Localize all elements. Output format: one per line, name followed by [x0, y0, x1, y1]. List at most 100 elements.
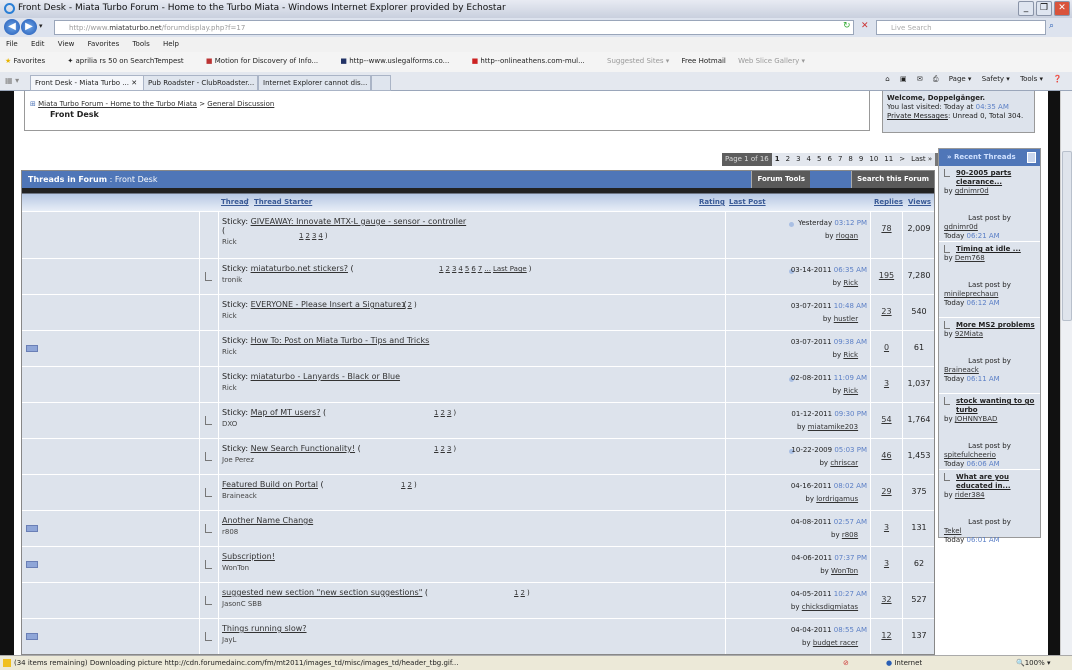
replies-link[interactable]: 23	[881, 307, 891, 316]
help-icon[interactable]: ❓	[1053, 75, 1062, 83]
replies-link[interactable]: 54	[881, 415, 891, 424]
last-poster-link[interactable]: Rick	[843, 387, 858, 395]
page-link[interactable]: 10	[866, 153, 881, 166]
replies-link[interactable]: 78	[881, 224, 891, 233]
refresh-icon[interactable]: ↻	[843, 21, 851, 31]
thread-page-link[interactable]: 2	[445, 265, 449, 273]
thread-page-link[interactable]: 1	[434, 409, 438, 417]
thread-page-link[interactable]: 2	[305, 232, 309, 240]
thread-page-link[interactable]: 7	[478, 265, 482, 273]
last-poster-link[interactable]: gdnimr0d	[944, 223, 1035, 232]
mail-icon[interactable]: ✉	[917, 75, 923, 83]
favorite-link[interactable]: ■ http--www.uslegalforms.co...	[340, 57, 459, 65]
menu-tools[interactable]: Tools	[132, 40, 149, 48]
recent-thread-link[interactable]: More MS2 problems	[944, 321, 1035, 330]
minimize-button[interactable]: _	[1018, 1, 1034, 16]
replies-link[interactable]: 12	[881, 631, 891, 640]
menu-view[interactable]: View	[58, 40, 75, 48]
last-poster-link[interactable]: Rick	[843, 351, 858, 359]
history-dropdown-icon[interactable]: ▾	[39, 22, 43, 30]
author-link[interactable]: Dem768	[955, 254, 985, 262]
thread-page-link[interactable]: 2	[520, 589, 524, 597]
thread-title-link[interactable]: Map of MT users?	[251, 408, 321, 417]
last-poster-link[interactable]: miatamike203	[808, 423, 858, 431]
forward-button[interactable]: ▶	[21, 19, 37, 35]
replies-link[interactable]: 46	[881, 451, 891, 460]
page-link[interactable]: 4	[804, 153, 814, 166]
last-poster-link[interactable]: lordrigamus	[816, 495, 858, 503]
page-link[interactable]: 9	[856, 153, 866, 166]
last-poster-link[interactable]: Tekel	[944, 527, 1035, 536]
search-input[interactable]: Live Search	[876, 20, 1046, 35]
thread-title-link[interactable]: EVERYONE - Please Insert a Signature	[251, 300, 401, 309]
last-page-link[interactable]: Last »	[908, 153, 935, 166]
thread-page-link[interactable]: 4	[318, 232, 322, 240]
replies-link[interactable]: 0	[884, 343, 889, 352]
sort-views[interactable]: Views	[908, 198, 931, 206]
author-link[interactable]: gdnimr0d	[955, 187, 989, 195]
stop-icon[interactable]: ✕	[861, 21, 869, 31]
last-poster-link[interactable]: chicksdigmiatas	[802, 603, 858, 611]
page-link[interactable]: 11	[881, 153, 896, 166]
last-poster-link[interactable]: r808	[842, 531, 858, 539]
thread-page-link[interactable]: 1	[434, 445, 438, 453]
page-link[interactable]: 1	[772, 153, 783, 166]
thread-page-link[interactable]: Last Page	[493, 265, 527, 273]
back-button[interactable]: ◀	[4, 19, 20, 35]
search-icon[interactable]: ⌕	[1049, 21, 1054, 31]
replies-link[interactable]: 29	[881, 487, 891, 496]
thread-page-link[interactable]: 3	[312, 232, 316, 240]
feeds-icon[interactable]: ▣	[900, 75, 907, 83]
menu-edit[interactable]: Edit	[31, 40, 45, 48]
private-messages-link[interactable]: Private Messages	[887, 112, 948, 120]
thread-title-link[interactable]: Another Name Change	[222, 516, 313, 525]
thread-page-link[interactable]: 3	[447, 409, 451, 417]
page-link[interactable]: 2	[783, 153, 793, 166]
page-link[interactable]: 6	[824, 153, 834, 166]
new-tab-button[interactable]	[371, 75, 391, 91]
favorite-link[interactable]: ■ http--onlineathens.com-mul...	[472, 57, 595, 65]
quick-tabs-icon[interactable]: ▦ ▾	[5, 76, 19, 85]
recent-thread-link[interactable]: 90-2005 parts clearance...	[944, 169, 1035, 187]
thread-title-link[interactable]: Subscription!	[222, 552, 275, 561]
sort-thread-starter[interactable]: Thread Starter	[254, 198, 312, 206]
author-link[interactable]: JOHNNYBAD	[955, 415, 998, 423]
forum-tools-button[interactable]: Forum Tools	[751, 171, 810, 188]
thread-page-link[interactable]: 6	[471, 265, 475, 273]
breadcrumb-parent-link[interactable]: General Discussion	[207, 100, 274, 108]
suggested-sites[interactable]: Suggested Sites ▾	[607, 57, 669, 65]
last-poster-link[interactable]: minileprechaun	[944, 290, 1035, 299]
web-slice-gallery[interactable]: Web Slice Gallery ▾	[738, 57, 805, 65]
expand-icon[interactable]: ⊞	[30, 100, 36, 108]
sort-replies[interactable]: Replies	[874, 198, 903, 206]
thread-page-link[interactable]: 2	[407, 481, 411, 489]
favorite-link[interactable]: ■ Motion for Discovery of Info...	[206, 57, 328, 65]
close-window-button[interactable]: ✕	[1054, 1, 1070, 16]
thread-title-link[interactable]: Things running slow?	[222, 624, 307, 633]
sort-thread[interactable]: Thread	[221, 198, 249, 206]
thread-page-link[interactable]: 1	[439, 265, 443, 273]
page-link[interactable]: 5	[814, 153, 824, 166]
next-page-link[interactable]: >	[896, 153, 908, 166]
menu-file[interactable]: File	[6, 40, 18, 48]
thread-page-link[interactable]: 3	[452, 265, 456, 273]
sort-rating[interactable]: Rating	[699, 198, 725, 206]
collapse-icon[interactable]	[1027, 152, 1036, 163]
page-link[interactable]: 8	[845, 153, 855, 166]
zoom-level[interactable]: 🔍100% ▾	[1016, 659, 1050, 667]
vertical-scrollbar[interactable]	[1060, 91, 1072, 655]
last-poster-link[interactable]: Rick	[843, 279, 858, 287]
favorites-button[interactable]: ★ Favorites	[5, 57, 55, 65]
thread-page-link[interactable]: 5	[465, 265, 469, 273]
author-link[interactable]: 92Miata	[955, 330, 983, 338]
thread-page-link[interactable]: 1	[401, 301, 405, 309]
menu-favorites[interactable]: Favorites	[88, 40, 120, 48]
thread-page-link[interactable]: 3	[447, 445, 451, 453]
tools-menu[interactable]: Tools ▾	[1020, 75, 1043, 83]
recent-thread-link[interactable]: What are you educated in...	[944, 473, 1035, 491]
scrollbar-thumb[interactable]	[1062, 151, 1072, 321]
page-link[interactable]: 3	[793, 153, 803, 166]
thread-page-link[interactable]: 1	[514, 589, 518, 597]
thread-title-link[interactable]: Featured Build on Portal	[222, 480, 318, 489]
thread-page-link[interactable]: 2	[440, 445, 444, 453]
